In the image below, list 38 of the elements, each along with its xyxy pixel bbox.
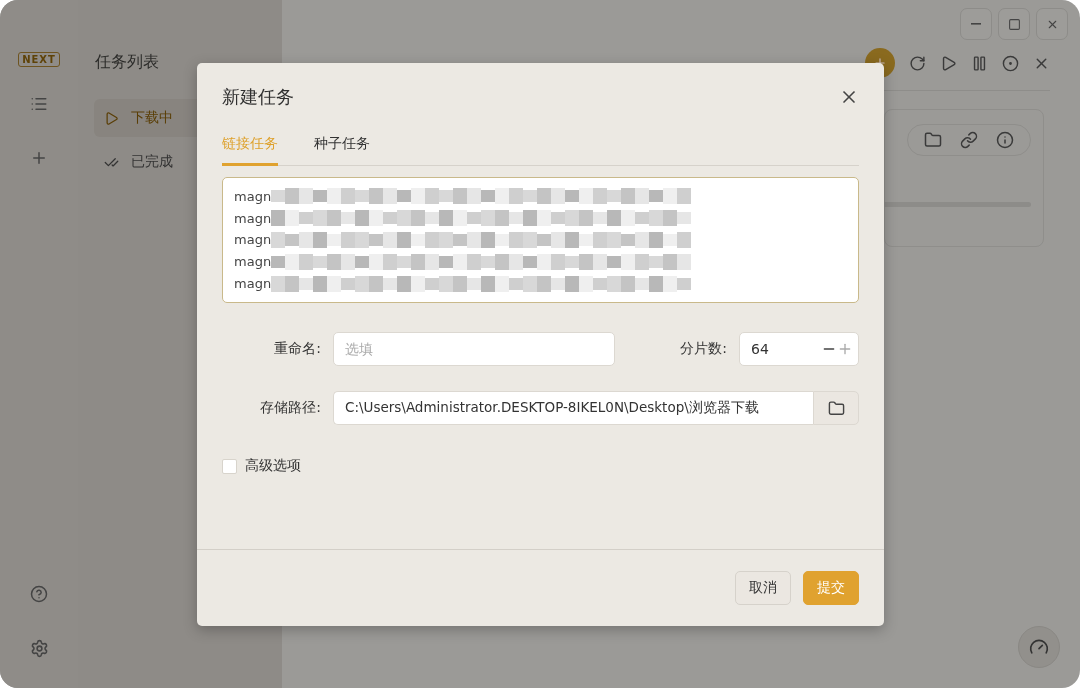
refresh-icon[interactable]	[909, 54, 926, 72]
app-logo: NEXT	[18, 52, 60, 67]
gauge-icon	[1029, 637, 1049, 657]
list-icon[interactable]	[30, 95, 48, 113]
gauge-button[interactable]	[1018, 626, 1060, 668]
maximize-button[interactable]	[998, 8, 1030, 40]
field-label: 分片数:	[679, 340, 728, 358]
links-field[interactable]: magn magn magn magn magn	[222, 177, 859, 303]
link-icon[interactable]	[960, 131, 978, 149]
field-label: 存储路径:	[259, 399, 322, 417]
panel-title: 任务列表	[95, 52, 160, 73]
folder-icon[interactable]	[924, 131, 942, 149]
rename-field[interactable]: 选填	[333, 332, 615, 366]
help-icon[interactable]	[30, 585, 48, 603]
play-icon	[104, 110, 119, 126]
number-input[interactable]: 64	[751, 341, 821, 357]
cancel-button[interactable]: 取消	[735, 571, 791, 605]
folder-button[interactable]	[813, 391, 859, 425]
plus-icon[interactable]	[30, 149, 48, 167]
field-label: 重命名:	[273, 340, 322, 358]
stop-icon[interactable]	[1002, 54, 1019, 72]
number-field[interactable]: 64	[739, 332, 859, 366]
tab[interactable]: 种子任务	[314, 135, 370, 166]
link-text: magn	[234, 188, 272, 204]
path-field[interactable]: C:\Users\Administrator.DESKTOP-8IKEL0N\Desktop\浏览器下载	[333, 391, 813, 425]
pause-icon[interactable]	[971, 54, 988, 72]
play-icon[interactable]	[940, 54, 957, 72]
link-text: magn	[234, 232, 272, 248]
minimize-icon	[971, 23, 981, 25]
folder-icon	[827, 399, 845, 417]
info-icon[interactable]	[996, 131, 1014, 149]
link-text: magn	[234, 254, 272, 270]
checkbox[interactable]	[222, 458, 237, 474]
maximize-icon	[1007, 17, 1021, 31]
link-text: magn	[234, 210, 272, 226]
settings-icon[interactable]	[29, 639, 49, 658]
link-text: magn	[234, 276, 272, 292]
checkbox-label: 高级选项	[245, 457, 301, 475]
